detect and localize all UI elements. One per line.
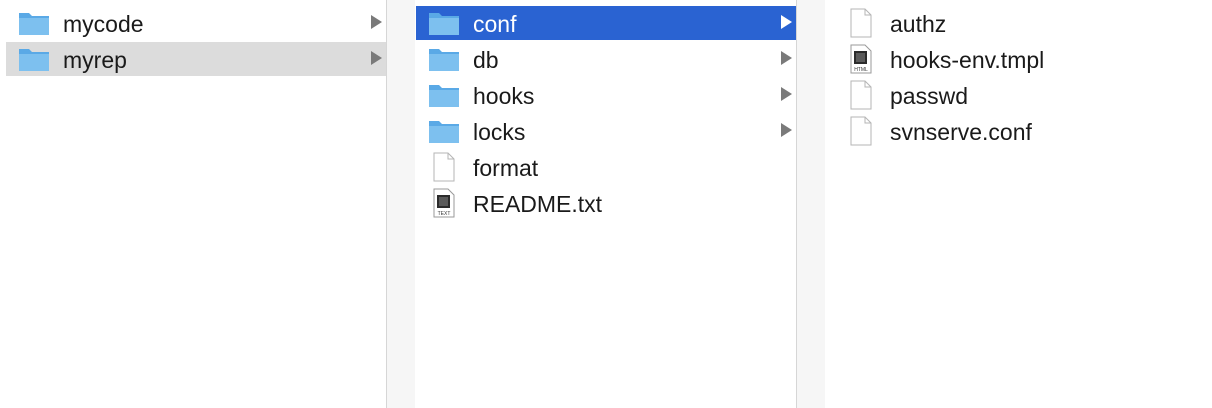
folder-icon bbox=[428, 46, 460, 72]
item-label: format bbox=[473, 155, 539, 181]
list-item-myrep[interactable]: myrep bbox=[6, 42, 386, 76]
item-label: myrep bbox=[63, 47, 127, 73]
list-item-hooks-env[interactable]: HTML hooks-env.tmpl bbox=[833, 42, 1212, 76]
list-item-format[interactable]: format bbox=[416, 150, 796, 184]
folder-icon bbox=[18, 10, 50, 36]
item-label: README.txt bbox=[473, 191, 603, 217]
item-label: conf bbox=[473, 11, 517, 37]
list-item-locks[interactable]: locks bbox=[416, 114, 796, 148]
list-item-conf[interactable]: conf bbox=[416, 6, 796, 40]
list-item-passwd[interactable]: passwd bbox=[833, 78, 1212, 112]
column-browser: mycode myrep conf db hooks locks format … bbox=[0, 0, 1212, 408]
document-icon bbox=[845, 116, 877, 146]
list-item-svnserve-conf[interactable]: svnserve.conf bbox=[833, 114, 1212, 148]
chevron-right-icon bbox=[781, 123, 792, 137]
item-label: locks bbox=[473, 119, 526, 145]
list-item-db[interactable]: db bbox=[416, 42, 796, 76]
column-gutter bbox=[387, 0, 415, 408]
list-item-readme[interactable]: TEXT README.txt bbox=[416, 186, 796, 220]
item-label: mycode bbox=[63, 11, 144, 37]
column-gutter bbox=[797, 0, 825, 408]
list-item-authz[interactable]: authz bbox=[833, 6, 1212, 40]
document-icon bbox=[845, 80, 877, 110]
column-3[interactable]: authz HTML hooks-env.tmpl passwd svnserv… bbox=[825, 0, 1212, 408]
folder-icon bbox=[428, 82, 460, 108]
chevron-right-icon bbox=[781, 51, 792, 65]
folder-icon bbox=[428, 10, 460, 36]
folder-icon bbox=[18, 46, 50, 72]
document-icon bbox=[845, 8, 877, 38]
chevron-right-icon bbox=[781, 87, 792, 101]
item-label: authz bbox=[890, 11, 947, 37]
column-2[interactable]: conf db hooks locks format TEXT README.t… bbox=[415, 0, 796, 408]
chevron-right-icon bbox=[781, 15, 792, 29]
folder-icon bbox=[428, 118, 460, 144]
item-label: svnserve.conf bbox=[890, 119, 1032, 145]
list-item-hooks[interactable]: hooks bbox=[416, 78, 796, 112]
item-label: hooks-env.tmpl bbox=[890, 47, 1045, 73]
item-label: passwd bbox=[890, 83, 968, 109]
item-label: hooks bbox=[473, 83, 535, 109]
text-document-icon: TEXT bbox=[428, 188, 460, 218]
chevron-right-icon bbox=[371, 51, 382, 65]
column-1[interactable]: mycode myrep bbox=[0, 0, 386, 408]
html-document-icon: HTML bbox=[845, 44, 877, 74]
list-item-mycode[interactable]: mycode bbox=[6, 6, 386, 40]
svg-text:TEXT: TEXT bbox=[438, 211, 451, 217]
document-icon bbox=[428, 152, 460, 182]
svg-text:HTML: HTML bbox=[854, 67, 868, 73]
item-label: db bbox=[473, 47, 499, 73]
chevron-right-icon bbox=[371, 15, 382, 29]
